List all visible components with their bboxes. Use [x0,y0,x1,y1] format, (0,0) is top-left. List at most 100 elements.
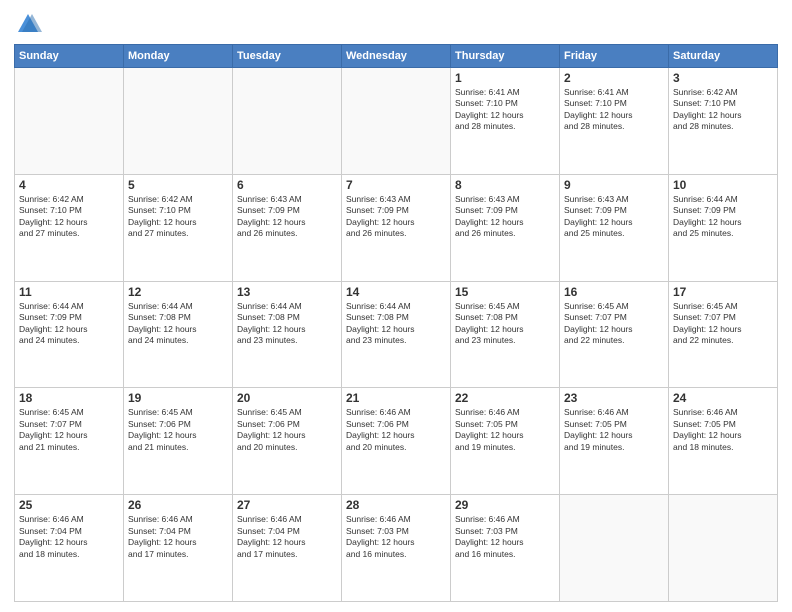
day-info: Sunrise: 6:46 AM Sunset: 7:06 PM Dayligh… [346,407,446,453]
day-info: Sunrise: 6:44 AM Sunset: 7:08 PM Dayligh… [128,301,228,347]
day-info: Sunrise: 6:43 AM Sunset: 7:09 PM Dayligh… [346,194,446,240]
day-info: Sunrise: 6:43 AM Sunset: 7:09 PM Dayligh… [237,194,337,240]
calendar-cell [124,68,233,175]
day-number: 20 [237,391,337,405]
day-info: Sunrise: 6:45 AM Sunset: 7:07 PM Dayligh… [564,301,664,347]
weekday-header-sunday: Sunday [15,45,124,68]
weekday-header-row: SundayMondayTuesdayWednesdayThursdayFrid… [15,45,778,68]
day-info: Sunrise: 6:45 AM Sunset: 7:07 PM Dayligh… [673,301,773,347]
weekday-header-saturday: Saturday [669,45,778,68]
calendar-cell: 11 Sunrise: 6:44 AM Sunset: 7:09 PM Dayli… [15,281,124,388]
calendar-week-0: 1 Sunrise: 6:41 AM Sunset: 7:10 PM Daylig… [15,68,778,175]
day-info: Sunrise: 6:45 AM Sunset: 7:06 PM Dayligh… [237,407,337,453]
calendar-cell: 16 Sunrise: 6:45 AM Sunset: 7:07 PM Dayli… [560,281,669,388]
calendar-cell: 4 Sunrise: 6:42 AM Sunset: 7:10 PM Daylig… [15,174,124,281]
calendar-cell: 22 Sunrise: 6:46 AM Sunset: 7:05 PM Dayli… [451,388,560,495]
page: SundayMondayTuesdayWednesdayThursdayFrid… [0,0,792,612]
calendar-cell: 7 Sunrise: 6:43 AM Sunset: 7:09 PM Daylig… [342,174,451,281]
day-number: 13 [237,285,337,299]
calendar-cell: 10 Sunrise: 6:44 AM Sunset: 7:09 PM Dayli… [669,174,778,281]
calendar-cell: 12Sunrise: 6:44 AM Sunset: 7:08 PM Dayli… [124,281,233,388]
calendar-cell [233,68,342,175]
calendar-cell: 19 Sunrise: 6:45 AM Sunset: 7:06 PM Dayli… [124,388,233,495]
weekday-header-friday: Friday [560,45,669,68]
day-info: Sunrise: 6:44 AM Sunset: 7:09 PM Dayligh… [673,194,773,240]
weekday-header-monday: Monday [124,45,233,68]
calendar-cell: 8 Sunrise: 6:43 AM Sunset: 7:09 PM Daylig… [451,174,560,281]
calendar-cell: 9 Sunrise: 6:43 AM Sunset: 7:09 PM Daylig… [560,174,669,281]
day-info: Sunrise: 6:44 AM Sunset: 7:08 PM Dayligh… [237,301,337,347]
calendar-week-2: 11 Sunrise: 6:44 AM Sunset: 7:09 PM Dayli… [15,281,778,388]
day-number: 17 [673,285,773,299]
calendar-cell [15,68,124,175]
day-number: 29 [455,498,555,512]
day-info: Sunrise: 6:42 AM Sunset: 7:10 PM Dayligh… [19,194,119,240]
day-number: 22 [455,391,555,405]
day-number: 9 [564,178,664,192]
calendar-cell [342,68,451,175]
calendar-cell: 1 Sunrise: 6:41 AM Sunset: 7:10 PM Daylig… [451,68,560,175]
day-info: Sunrise: 6:46 AM Sunset: 7:05 PM Dayligh… [455,407,555,453]
day-info: Sunrise: 6:46 AM Sunset: 7:03 PM Dayligh… [455,514,555,560]
calendar-cell: 13 Sunrise: 6:44 AM Sunset: 7:08 PM Dayli… [233,281,342,388]
calendar-cell: 17 Sunrise: 6:45 AM Sunset: 7:07 PM Dayli… [669,281,778,388]
day-info: Sunrise: 6:44 AM Sunset: 7:08 PM Dayligh… [346,301,446,347]
calendar-week-3: 18 Sunrise: 6:45 AM Sunset: 7:07 PM Dayli… [15,388,778,495]
day-number: 8 [455,178,555,192]
day-info: Sunrise: 6:43 AM Sunset: 7:09 PM Dayligh… [564,194,664,240]
day-info: Sunrise: 6:45 AM Sunset: 7:07 PM Dayligh… [19,407,119,453]
day-info: Sunrise: 6:42 AM Sunset: 7:10 PM Dayligh… [673,87,773,133]
day-number: 28 [346,498,446,512]
day-number: 25 [19,498,119,512]
calendar-cell: 28 Sunrise: 6:46 AM Sunset: 7:03 PM Dayli… [342,495,451,602]
day-number: 19 [128,391,228,405]
day-number: 26 [128,498,228,512]
day-number: 18 [19,391,119,405]
calendar-cell: 18 Sunrise: 6:45 AM Sunset: 7:07 PM Dayli… [15,388,124,495]
day-number: 23 [564,391,664,405]
day-info: Sunrise: 6:46 AM Sunset: 7:04 PM Dayligh… [237,514,337,560]
logo-icon [14,10,42,38]
day-number: 4 [19,178,119,192]
calendar-cell: 20 Sunrise: 6:45 AM Sunset: 7:06 PM Dayli… [233,388,342,495]
day-number: 21 [346,391,446,405]
day-info: Sunrise: 6:43 AM Sunset: 7:09 PM Dayligh… [455,194,555,240]
calendar-cell: 27 Sunrise: 6:46 AM Sunset: 7:04 PM Dayli… [233,495,342,602]
calendar-week-1: 4 Sunrise: 6:42 AM Sunset: 7:10 PM Daylig… [15,174,778,281]
calendar-cell: 5Sunrise: 6:42 AM Sunset: 7:10 PM Daylig… [124,174,233,281]
calendar-cell: 25Sunrise: 6:46 AM Sunset: 7:04 PM Dayli… [15,495,124,602]
day-number: 2 [564,71,664,85]
day-number: 7 [346,178,446,192]
calendar-cell [560,495,669,602]
day-info: Sunrise: 6:42 AM Sunset: 7:10 PM Dayligh… [128,194,228,240]
day-info: Sunrise: 6:44 AM Sunset: 7:09 PM Dayligh… [19,301,119,347]
day-number: 1 [455,71,555,85]
calendar-cell: 6 Sunrise: 6:43 AM Sunset: 7:09 PM Daylig… [233,174,342,281]
day-number: 16 [564,285,664,299]
day-number: 10 [673,178,773,192]
calendar-week-4: 25 Sunrise: 6:46 AM Sunset: 7:04 PM Dayli… [15,495,778,602]
day-info: Sunrise: 6:46 AM Sunset: 7:05 PM Dayligh… [673,407,773,453]
day-number: 14 [346,285,446,299]
weekday-header-wednesday: Wednesday [342,45,451,68]
day-info: Sunrise: 6:46 AM Sunset: 7:05 PM Dayligh… [564,407,664,453]
calendar-table: SundayMondayTuesdayWednesdayThursdayFrid… [14,44,778,602]
weekday-header-tuesday: Tuesday [233,45,342,68]
day-info: Sunrise: 6:46 AM Sunset: 7:03 PM Dayligh… [346,514,446,560]
calendar-cell: 3Sunrise: 6:42 AM Sunset: 7:10 PM Daylig… [669,68,778,175]
day-number: 27 [237,498,337,512]
calendar-cell: 23 Sunrise: 6:46 AM Sunset: 7:05 PM Dayli… [560,388,669,495]
day-info: Sunrise: 6:46 AM Sunset: 7:04 PM Dayligh… [128,514,228,560]
day-info: Sunrise: 6:45 AM Sunset: 7:08 PM Dayligh… [455,301,555,347]
day-info: Sunrise: 6:41 AM Sunset: 7:10 PM Dayligh… [455,87,555,133]
calendar-cell: 14 Sunrise: 6:44 AM Sunset: 7:08 PM Dayli… [342,281,451,388]
calendar-cell: 15 Sunrise: 6:45 AM Sunset: 7:08 PM Dayli… [451,281,560,388]
day-info: Sunrise: 6:41 AM Sunset: 7:10 PM Dayligh… [564,87,664,133]
day-info: Sunrise: 6:45 AM Sunset: 7:06 PM Dayligh… [128,407,228,453]
weekday-header-thursday: Thursday [451,45,560,68]
calendar-cell: 21 Sunrise: 6:46 AM Sunset: 7:06 PM Dayli… [342,388,451,495]
day-number: 11 [19,285,119,299]
calendar-cell: 29 Sunrise: 6:46 AM Sunset: 7:03 PM Dayli… [451,495,560,602]
day-number: 6 [237,178,337,192]
day-number: 15 [455,285,555,299]
